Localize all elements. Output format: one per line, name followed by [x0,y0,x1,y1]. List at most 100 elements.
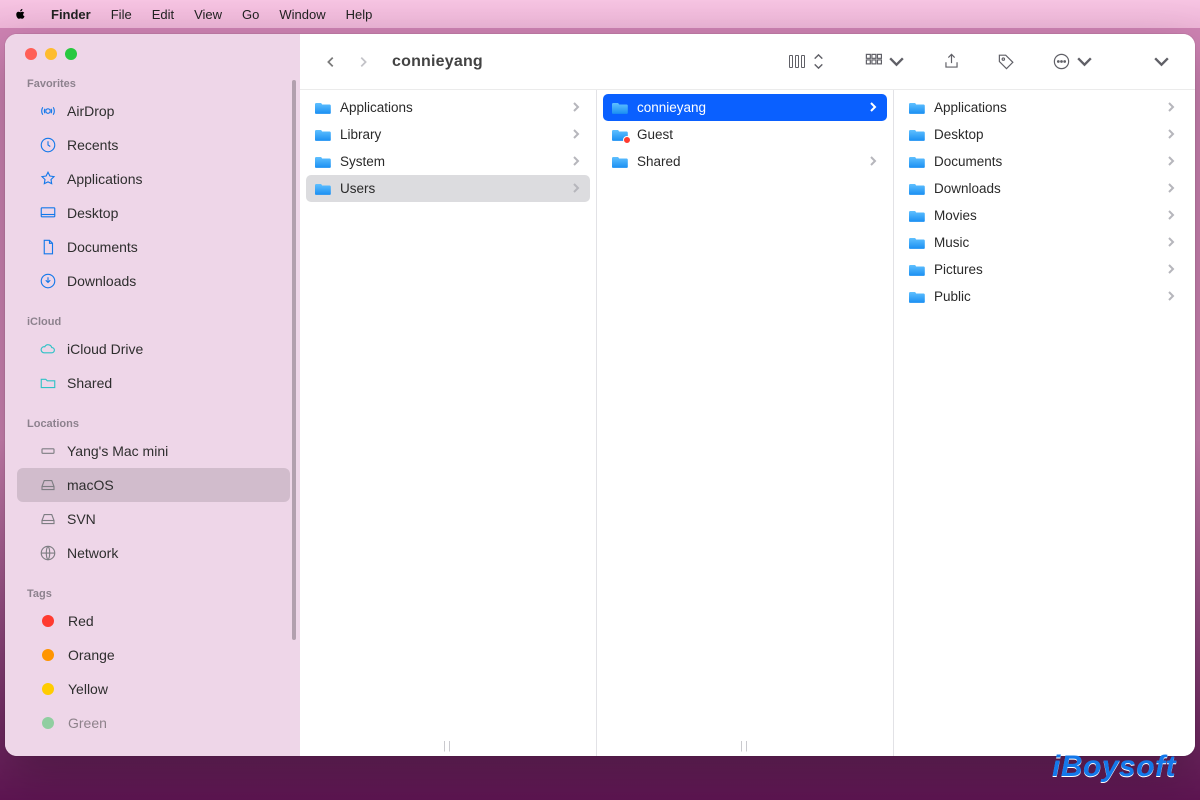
sidebar-item-label: Red [68,613,94,629]
folder-row-documents[interactable]: Documents [900,148,1185,175]
shared-folder-icon [39,374,57,392]
sidebar-item-tag-orange[interactable]: Orange [17,638,290,672]
chevron-right-icon [869,154,877,169]
sidebar-item-label: Applications [67,171,143,187]
folder-row-public[interactable]: Public [900,283,1185,310]
tag-dot-icon [42,615,54,627]
chevron-right-icon [572,154,580,169]
ellipsis-circle-icon [1052,52,1071,71]
folder-row-downloads[interactable]: Downloads [900,175,1185,202]
folder-icon [908,290,926,304]
tag-dot-icon [42,649,54,661]
sidebar-item-tag-green[interactable]: Green [17,706,290,740]
forward-button[interactable] [350,47,376,77]
view-mode-button[interactable] [783,47,834,77]
menubar: Finder File Edit View Go Window Help [0,0,1200,28]
sidebar-heading-icloud: iCloud [5,314,300,332]
drive-icon [39,476,57,494]
folder-icon [314,128,332,142]
row-label: Library [340,127,381,142]
chevron-right-icon [1167,235,1175,250]
sidebar-item-label: Yang's Mac mini [67,443,168,459]
sidebar-item-macmini[interactable]: Yang's Mac mini [17,434,290,468]
sidebar-item-svn[interactable]: SVN [17,502,290,536]
apple-logo-icon [14,8,27,21]
folder-row-applications[interactable]: Applications [306,94,590,121]
close-window-button[interactable] [25,48,37,60]
chevron-right-icon [572,181,580,196]
column-resize-handle[interactable]: || [740,740,750,752]
folder-row-pictures[interactable]: Pictures [900,256,1185,283]
airdrop-icon [39,102,57,120]
clock-icon [39,136,57,154]
sidebar-item-applications[interactable]: Applications [17,162,290,196]
folder-row-movies[interactable]: Movies [900,202,1185,229]
traffic-lights [5,48,300,76]
row-label: Applications [340,100,413,115]
folder-icon [611,101,629,115]
guest-folder-icon [611,128,629,142]
toolbar-overflow-button[interactable] [1146,47,1177,77]
folder-row-guest[interactable]: Guest [603,121,887,148]
folder-icon [908,128,926,142]
tag-button[interactable] [991,47,1022,77]
chevron-right-icon [1167,208,1175,223]
row-label: Movies [934,208,977,223]
more-button[interactable] [1046,47,1100,77]
menu-window[interactable]: Window [269,7,335,22]
chevron-down-icon [1152,52,1171,71]
sidebar: Favorites AirDrop Recents Applications D… [5,34,300,756]
folder-row-system[interactable]: System [306,148,590,175]
chevron-right-icon [572,127,580,142]
menu-view[interactable]: View [184,7,232,22]
row-label: Public [934,289,971,304]
sidebar-item-tag-yellow[interactable]: Yellow [17,672,290,706]
globe-icon [39,544,57,562]
folder-row-applications[interactable]: Applications [900,94,1185,121]
menu-app[interactable]: Finder [41,7,101,22]
column-browser: Applications Library System Users [300,90,1195,756]
folder-row-shared[interactable]: Shared [603,148,887,175]
sidebar-item-icloud-drive[interactable]: iCloud Drive [17,332,290,366]
sidebar-item-shared[interactable]: Shared [17,366,290,400]
sidebar-item-tag-red[interactable]: Red [17,604,290,638]
columns-view-icon [789,55,805,68]
tag-dot-icon [42,717,54,729]
sidebar-item-documents[interactable]: Documents [17,230,290,264]
row-label: Desktop [934,127,984,142]
sidebar-item-airdrop[interactable]: AirDrop [17,94,290,128]
back-button[interactable] [318,47,344,77]
main-area: connieyang [300,34,1195,756]
menu-edit[interactable]: Edit [142,7,184,22]
group-button[interactable] [858,47,912,77]
column-3: Applications Desktop Documents Downloads [894,90,1191,756]
share-button[interactable] [936,47,967,77]
folder-row-desktop[interactable]: Desktop [900,121,1185,148]
menu-go[interactable]: Go [232,7,269,22]
sidebar-item-network[interactable]: Network [17,536,290,570]
sidebar-item-label: Downloads [67,273,136,289]
zoom-window-button[interactable] [65,48,77,60]
menu-file[interactable]: File [101,7,142,22]
folder-row-music[interactable]: Music [900,229,1185,256]
folder-row-connieyang[interactable]: connieyang [603,94,887,121]
minimize-window-button[interactable] [45,48,57,60]
folder-icon [908,182,926,196]
sidebar-scrollbar[interactable] [292,80,296,640]
sidebar-item-recents[interactable]: Recents [17,128,290,162]
sidebar-item-downloads[interactable]: Downloads [17,264,290,298]
row-label: Guest [637,127,673,142]
column-resize-handle[interactable]: || [443,740,453,752]
sidebar-heading-locations: Locations [5,416,300,434]
sidebar-item-desktop[interactable]: Desktop [17,196,290,230]
sidebar-item-macos[interactable]: macOS [17,468,290,502]
column-1: Applications Library System Users [300,90,597,756]
chevron-right-icon [1167,262,1175,277]
folder-row-users[interactable]: Users [306,175,590,202]
chevron-right-icon [1167,181,1175,196]
menu-help[interactable]: Help [336,7,383,22]
folder-row-library[interactable]: Library [306,121,590,148]
cloud-icon [39,340,57,358]
up-down-chevron-icon [809,52,828,71]
sidebar-item-label: Orange [68,647,115,663]
